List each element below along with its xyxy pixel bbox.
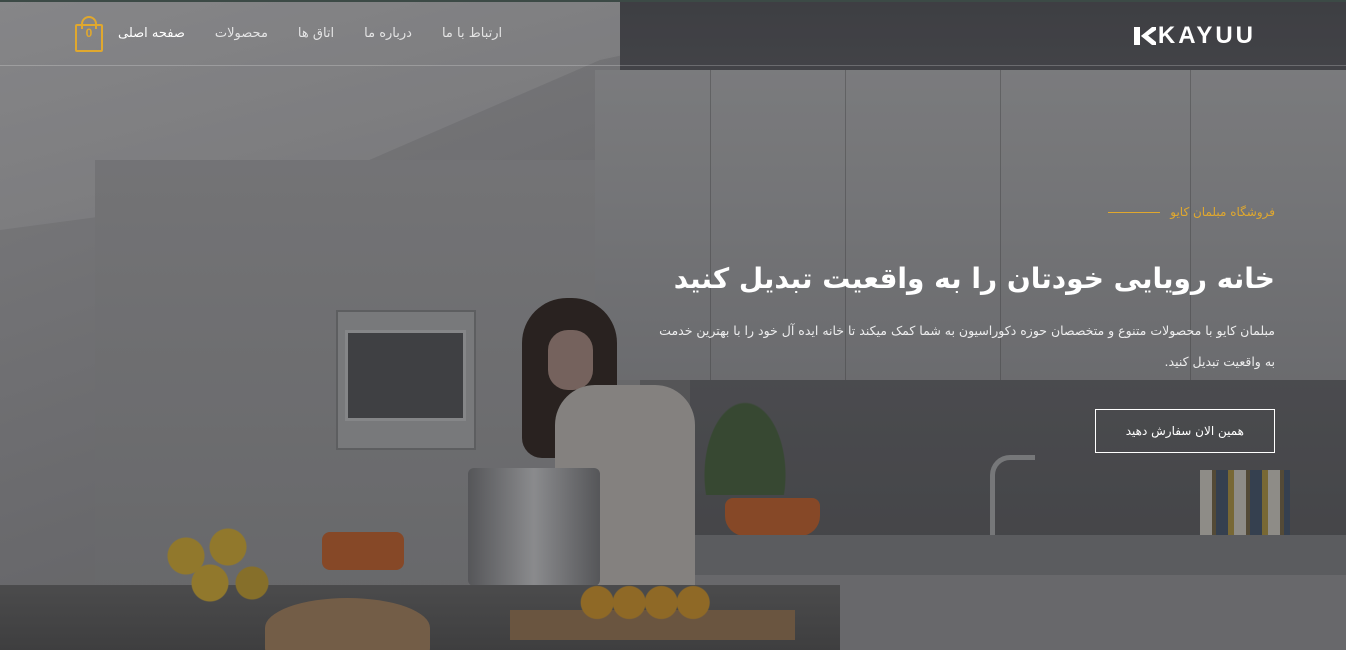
- kayuu-k-mark-icon: [1133, 27, 1156, 45]
- cart-button[interactable]: 0: [75, 16, 103, 52]
- hero-description: مبلمان کایو با محصولات متنوع و متخصصان ح…: [659, 323, 1275, 369]
- nav-item-home[interactable]: صفحه اصلی: [118, 24, 185, 44]
- hero-section: فروشگاه مبلمان کایو خانه رویایی خودتان ر…: [655, 205, 1275, 453]
- cart-count-badge: 0: [85, 26, 93, 40]
- eyebrow-divider-line: [1108, 211, 1161, 213]
- nav-item-products[interactable]: محصولات: [215, 24, 268, 44]
- nav-item-about[interactable]: درباره ما: [364, 24, 412, 44]
- brand-logo[interactable]: KAYUU: [1132, 22, 1256, 50]
- order-now-button[interactable]: همین الان سفارش دهید: [1094, 409, 1275, 453]
- hero-eyebrow-text: فروشگاه مبلمان کایو: [1170, 205, 1275, 219]
- nav-item-rooms[interactable]: اتاق ها: [298, 24, 334, 44]
- brand-name: KAYUU: [1157, 22, 1256, 49]
- nav-item-contact[interactable]: ارتباط با ما: [442, 24, 502, 44]
- main-nav: صفحه اصلی محصولات اتاق ها درباره ما ارتب…: [118, 24, 502, 44]
- hero-title: خانه رویایی خودتان را به واقعیت تبدیل کن…: [673, 262, 1275, 295]
- site-header: KAYUU صفحه اصلی محصولات اتاق ها درباره م…: [0, 0, 1346, 66]
- hero-eyebrow: فروشگاه مبلمان کایو: [655, 205, 1275, 219]
